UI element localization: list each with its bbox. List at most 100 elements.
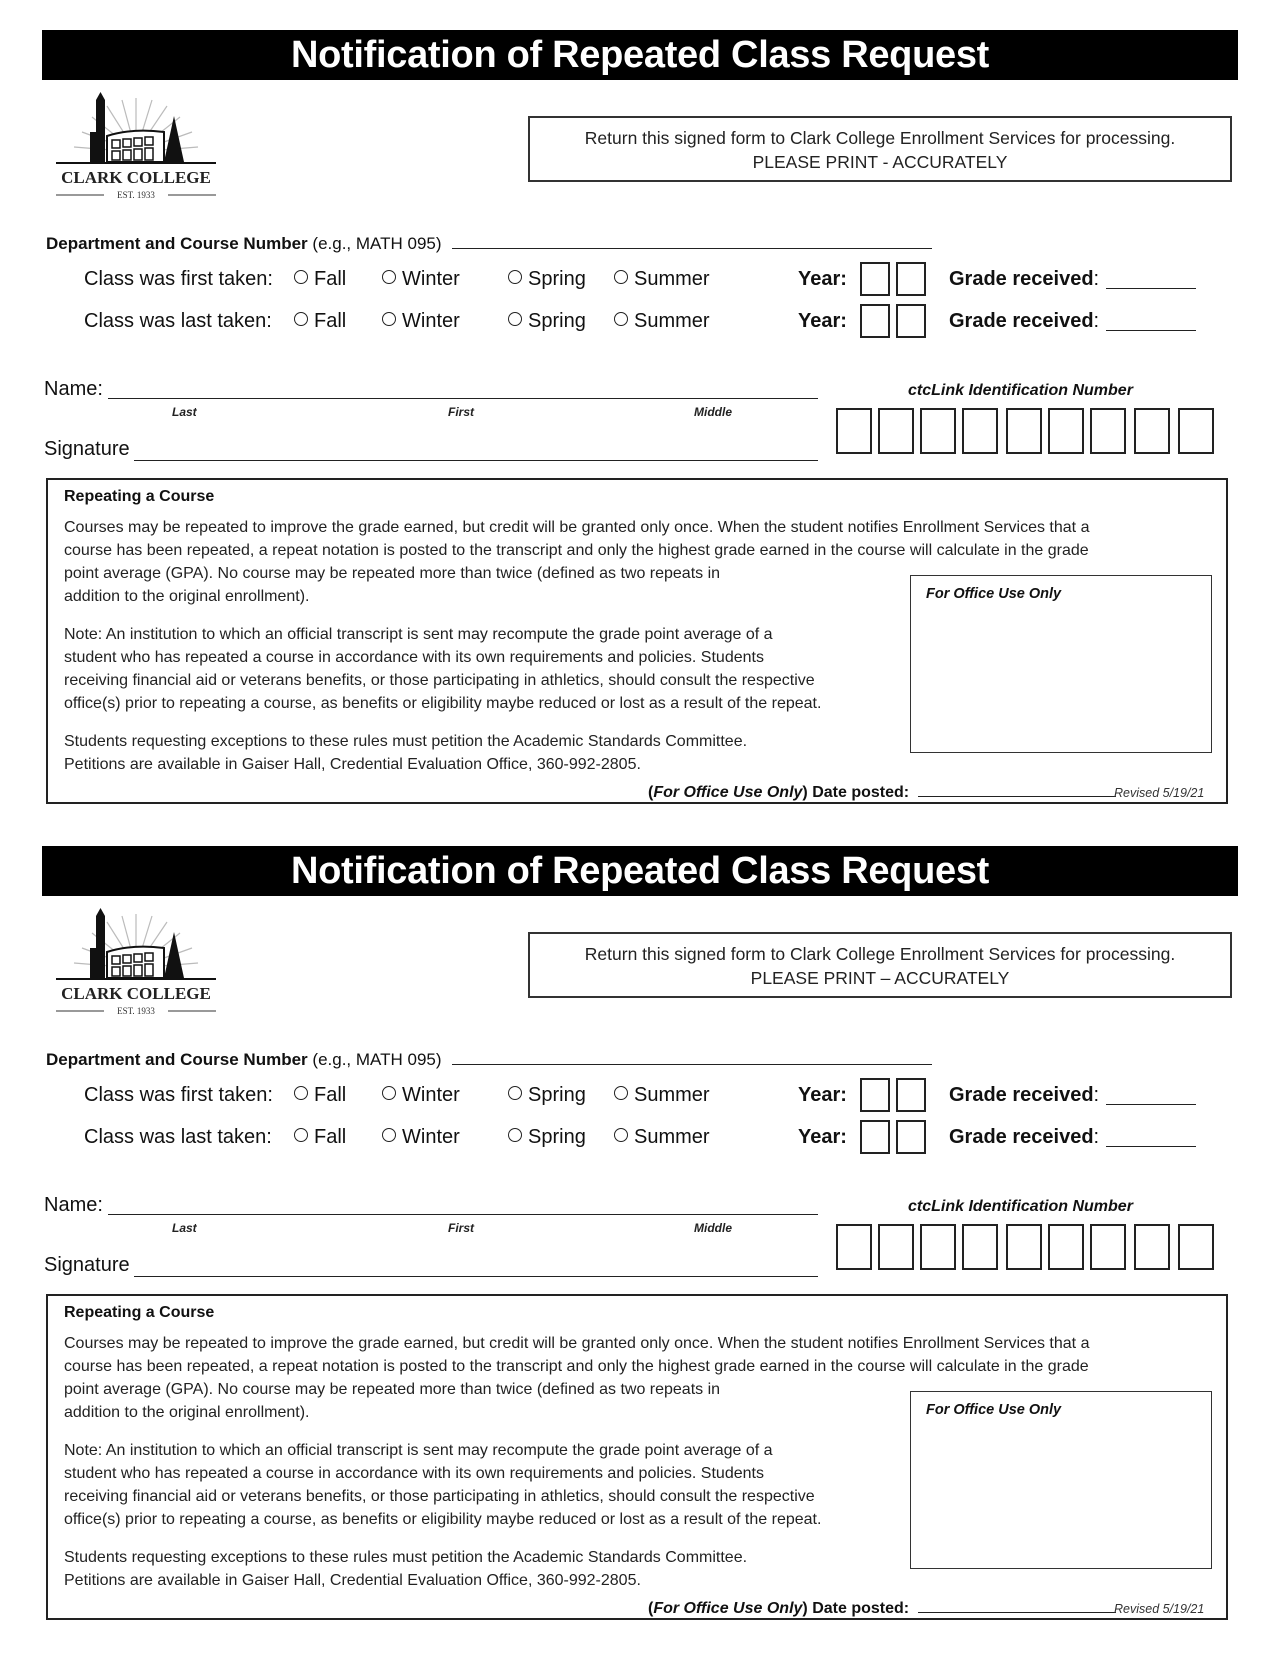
info-line: Courses may be repeated to improve the g…: [64, 519, 1090, 536]
ctclink-id-digit-box[interactable]: [1090, 408, 1126, 454]
term-option-label: Summer: [634, 1126, 710, 1148]
term-option-fall[interactable]: Fall: [294, 1126, 346, 1149]
term-option-winter[interactable]: Winter: [382, 310, 460, 333]
ctclink-id-digit-box[interactable]: [962, 1224, 998, 1270]
signature-label: Signature: [44, 1254, 130, 1276]
term-row-label: Class was last taken:: [84, 1126, 272, 1148]
note-line: receiving financial aid or veterans bene…: [64, 672, 815, 689]
department-course-label: Department and Course Number: [46, 1050, 308, 1069]
term-option-label: Fall: [314, 268, 347, 290]
date-posted-field[interactable]: [917, 1598, 1116, 1613]
clark-college-logo: CLARK COLLEGE EST. 1933: [56, 908, 216, 1016]
term-option-fall[interactable]: Fall: [294, 310, 346, 333]
date-posted-row: (For Office Use Only) Date posted:: [648, 782, 1116, 802]
term-option-summer[interactable]: Summer: [614, 1126, 710, 1149]
ctclink-id-digit-box[interactable]: [920, 1224, 956, 1270]
year-digit-box[interactable]: [860, 1078, 890, 1112]
info-line: course has been repeated, a repeat notat…: [64, 542, 1089, 559]
year-digit-box[interactable]: [896, 1078, 926, 1112]
radio-button-icon[interactable]: [614, 312, 628, 326]
term-option-spring[interactable]: Spring: [508, 1126, 586, 1149]
radio-button-icon[interactable]: [294, 1128, 308, 1142]
term-option-label: Winter: [402, 310, 460, 332]
ctclink-id-digit-box[interactable]: [836, 1224, 872, 1270]
radio-button-icon[interactable]: [382, 312, 396, 326]
radio-button-icon[interactable]: [508, 1086, 522, 1100]
year-digit-box[interactable]: [896, 262, 926, 296]
return-instructions-box: Return this signed form to Clark College…: [528, 116, 1232, 182]
radio-button-icon[interactable]: [508, 1128, 522, 1142]
term-option-fall[interactable]: Fall: [294, 1084, 346, 1107]
name-field[interactable]: [108, 1214, 818, 1215]
ctclink-id-digit-box[interactable]: [962, 408, 998, 454]
ctclink-id-digit-box[interactable]: [1178, 1224, 1214, 1270]
last-name-caption: Last: [172, 405, 197, 419]
info-heading: Repeating a Course: [64, 1304, 215, 1321]
term-option-spring[interactable]: Spring: [508, 268, 586, 291]
radio-button-icon[interactable]: [508, 270, 522, 284]
term-option-winter[interactable]: Winter: [382, 268, 460, 291]
term-option-label: Fall: [314, 1084, 347, 1106]
department-course-field[interactable]: [452, 1048, 933, 1065]
ctclink-id-digit-box[interactable]: [878, 408, 914, 454]
term-option-summer[interactable]: Summer: [614, 268, 710, 291]
year-digit-box[interactable]: [860, 304, 890, 338]
year-digit-box[interactable]: [860, 1120, 890, 1154]
ctclink-id-digit-box[interactable]: [920, 408, 956, 454]
signature-field[interactable]: [134, 460, 818, 461]
note-line: student who has repeated a course in acc…: [64, 649, 764, 666]
radio-button-icon[interactable]: [508, 312, 522, 326]
ctclink-id-digit-box[interactable]: [1090, 1224, 1126, 1270]
ctclink-id-digit-box[interactable]: [1134, 1224, 1170, 1270]
ctclink-id-digit-box[interactable]: [1134, 408, 1170, 454]
revised-date: Revised 5/19/21: [1114, 1602, 1205, 1616]
term-option-label: Winter: [402, 1126, 460, 1148]
ctclink-id-digit-box[interactable]: [878, 1224, 914, 1270]
ctclink-id-digit-box[interactable]: [1006, 408, 1042, 454]
radio-button-icon[interactable]: [382, 1086, 396, 1100]
radio-button-icon[interactable]: [294, 270, 308, 284]
ctclink-id-digit-box[interactable]: [1178, 408, 1214, 454]
term-option-fall[interactable]: Fall: [294, 268, 346, 291]
date-posted-field[interactable]: [917, 782, 1116, 797]
grade-received-field[interactable]: [1106, 330, 1196, 331]
department-course-field[interactable]: [452, 232, 933, 249]
signature-field[interactable]: [134, 1276, 818, 1277]
year-digit-box[interactable]: [896, 1120, 926, 1154]
ctclink-id-label: ctcLink Identification Number: [908, 1198, 1133, 1215]
ctclink-id-digit-box[interactable]: [1006, 1224, 1042, 1270]
term-option-spring[interactable]: Spring: [508, 1084, 586, 1107]
office-use-label: For Office Use Only: [926, 1402, 1062, 1418]
ctclink-id-digit-box[interactable]: [1048, 1224, 1084, 1270]
term-option-label: Fall: [314, 310, 347, 332]
grade-received-field[interactable]: [1106, 1104, 1196, 1105]
name-label: Name:: [44, 1194, 103, 1216]
paren-close: ): [802, 784, 808, 801]
year-digit-box[interactable]: [896, 304, 926, 338]
radio-button-icon[interactable]: [294, 1086, 308, 1100]
name-field[interactable]: [108, 398, 818, 399]
svg-text:CLARK COLLEGE: CLARK COLLEGE: [61, 168, 211, 187]
radio-button-icon[interactable]: [614, 1128, 628, 1142]
term-option-winter[interactable]: Winter: [382, 1084, 460, 1107]
radio-button-icon[interactable]: [614, 1086, 628, 1100]
year-digit-box[interactable]: [860, 262, 890, 296]
department-course-row: Department and Course Number (e.g., MATH…: [46, 232, 933, 254]
ctclink-id-digit-box[interactable]: [836, 408, 872, 454]
radio-button-icon[interactable]: [614, 270, 628, 284]
term-option-summer[interactable]: Summer: [614, 310, 710, 333]
radio-button-icon[interactable]: [382, 270, 396, 284]
petition-line: Petitions are available in Gaiser Hall, …: [64, 1572, 641, 1589]
term-option-summer[interactable]: Summer: [614, 1084, 710, 1107]
note-line: receiving financial aid or veterans bene…: [64, 1488, 815, 1505]
info-line: point average (GPA). No course may be re…: [64, 565, 721, 582]
grade-received-field[interactable]: [1106, 1146, 1196, 1147]
info-heading: Repeating a Course: [64, 488, 215, 505]
repeat-class-form-1: Notification of Repeated Class Request C…: [0, 0, 1280, 820]
term-option-winter[interactable]: Winter: [382, 1126, 460, 1149]
radio-button-icon[interactable]: [382, 1128, 396, 1142]
term-option-spring[interactable]: Spring: [508, 310, 586, 333]
radio-button-icon[interactable]: [294, 312, 308, 326]
ctclink-id-digit-box[interactable]: [1048, 408, 1084, 454]
grade-received-field[interactable]: [1106, 288, 1196, 289]
